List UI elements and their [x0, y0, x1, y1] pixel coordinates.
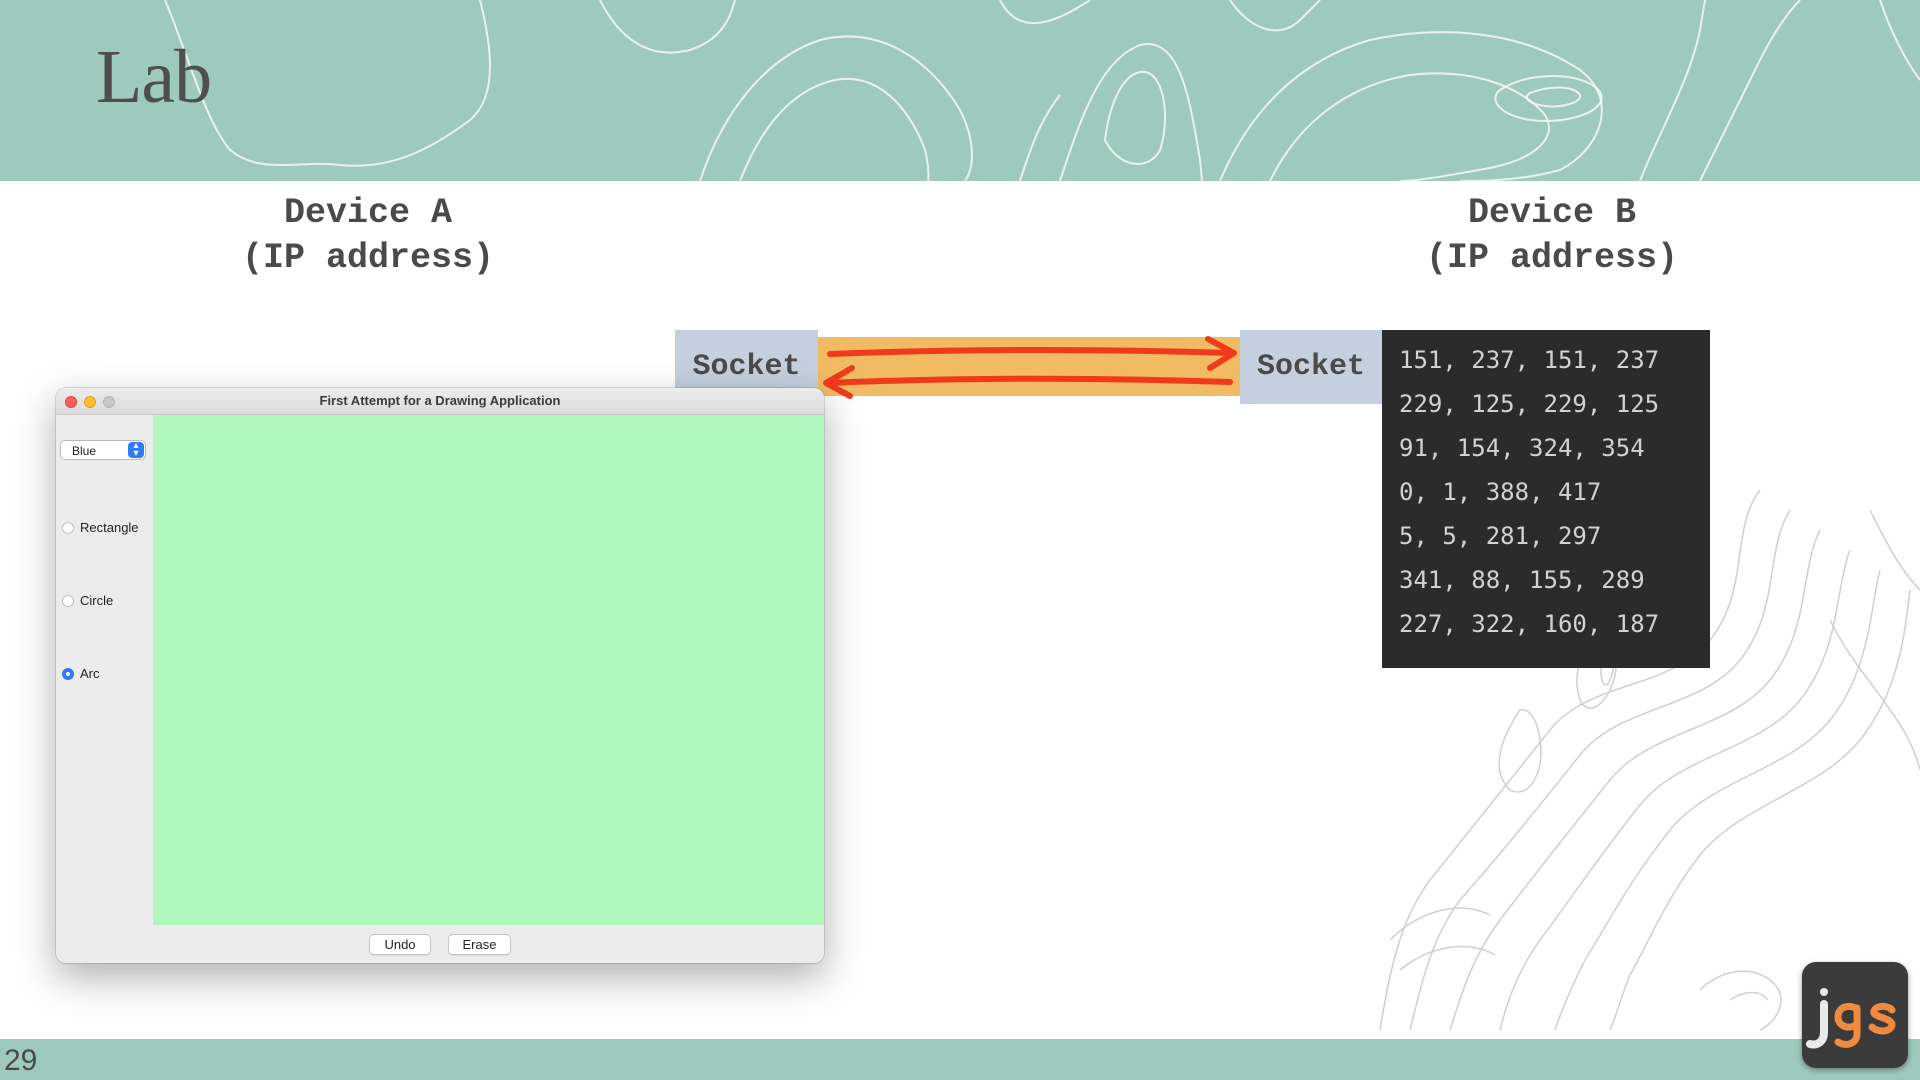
console-output: 151, 237, 151, 237 229, 125, 229, 125 91…: [1382, 330, 1710, 668]
arrow-to-device-a: [825, 375, 1233, 386]
device-a-label: Device A (IP address): [88, 191, 648, 281]
color-select-value: Blue: [72, 444, 97, 458]
shape-option-label: Circle: [80, 593, 114, 608]
console-line: 227, 322, 160, 187: [1399, 610, 1660, 638]
device-b-name: Device B: [1467, 193, 1637, 233]
socket-a-label: Socket: [692, 350, 801, 384]
erase-label: Erase: [462, 937, 497, 952]
bidirectional-arrows: [823, 336, 1237, 399]
color-select[interactable]: Blue ▴ ▾: [60, 440, 146, 460]
erase-button[interactable]: Erase: [448, 934, 511, 955]
console-line: 341, 88, 155, 289: [1399, 566, 1645, 594]
console-line: 229, 125, 229, 125: [1399, 390, 1660, 418]
device-b-label: Device B (IP address): [1272, 191, 1832, 281]
console-line: 91, 154, 324, 354: [1399, 434, 1645, 462]
device-a-address: (IP address): [241, 238, 495, 278]
device-a-name: Device A: [283, 193, 453, 233]
title-banner: [0, 0, 1920, 181]
socket-b-label: Socket: [1256, 350, 1366, 384]
arrow-to-device-b: [827, 347, 1233, 357]
device-b-address: (IP address): [1425, 238, 1679, 278]
footer-bar: [0, 1039, 1920, 1080]
shape-option-label: Arc: [80, 666, 100, 681]
shape-option-label: Rectangle: [80, 520, 139, 535]
topographic-pattern: [164, 0, 1920, 181]
jgs-logo-icon: [1802, 962, 1908, 1068]
radio-button[interactable]: [62, 521, 74, 534]
console-line: 5, 5, 281, 297: [1399, 522, 1602, 550]
page-number: 29: [4, 1044, 38, 1077]
shape-option-rectangle[interactable]: Rectangle: [62, 520, 139, 535]
select-chevron-icon: ▴ ▾: [128, 441, 144, 459]
window-title: First Attempt for a Drawing Application: [319, 393, 561, 408]
window-titlebar[interactable]: First Attempt for a Drawing Application: [56, 388, 824, 415]
slide-title: Lab: [96, 35, 212, 119]
drawing-app-window: First Attempt for a Drawing Application …: [56, 388, 824, 963]
console-line: 151, 237, 151, 237: [1399, 346, 1660, 374]
undo-label: Undo: [384, 937, 416, 952]
undo-button[interactable]: Undo: [369, 934, 431, 955]
shape-option-arc[interactable]: Arc: [62, 666, 100, 681]
jgs-logo-mark: [1806, 988, 1896, 1049]
console-line: 0, 1, 388, 417: [1399, 478, 1602, 506]
socket-device-b: Socket: [1240, 330, 1382, 404]
radio-button-selected[interactable]: [62, 667, 74, 680]
drawing-canvas[interactable]: [153, 415, 824, 925]
shape-option-circle[interactable]: Circle: [62, 593, 113, 608]
radio-button[interactable]: [62, 594, 74, 607]
